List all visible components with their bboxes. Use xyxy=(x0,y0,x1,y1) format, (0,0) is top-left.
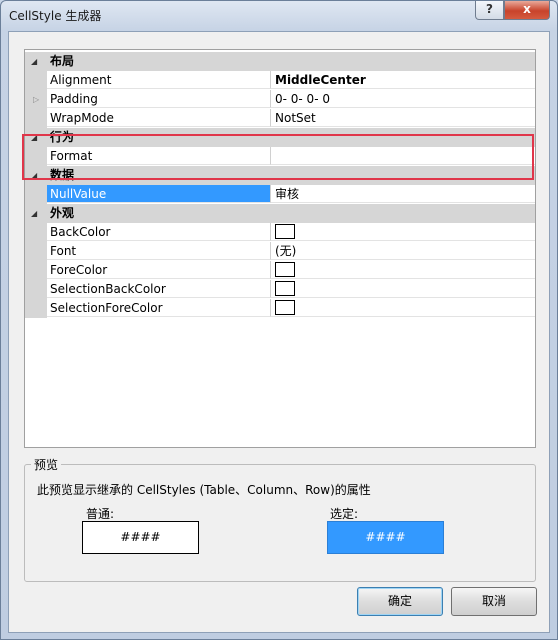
property-grid[interactable]: ◢ 布局 Alignment MiddleCenter ▷ Padding 0-… xyxy=(24,49,536,448)
property-name[interactable]: SelectionBackColor xyxy=(47,280,271,298)
close-button[interactable]: x xyxy=(504,1,550,20)
preview-description: 此预览显示继承的 CellStyles (Table、Column、Row)的属… xyxy=(37,483,371,497)
property-name[interactable]: SelectionForeColor xyxy=(47,299,271,317)
row-gutter xyxy=(25,299,47,318)
category-label: 布局 xyxy=(50,54,75,68)
row-gutter xyxy=(25,71,47,90)
window-title: CellStyle 生成器 xyxy=(9,9,102,23)
property-row-backcolor[interactable]: BackColor xyxy=(25,223,535,242)
category-layout[interactable]: ◢ 布局 xyxy=(25,52,535,71)
help-button[interactable]: ? xyxy=(475,1,504,20)
row-gutter xyxy=(25,109,47,128)
row-gutter xyxy=(25,223,47,242)
property-name[interactable]: Padding xyxy=(47,90,271,108)
property-row-selectionforecolor[interactable]: SelectionForeColor xyxy=(25,299,535,318)
property-value[interactable]: 审核 xyxy=(271,185,535,203)
color-swatch xyxy=(275,224,295,239)
selected-label: 选定: xyxy=(330,507,359,521)
normal-label: 普通: xyxy=(86,507,115,521)
property-name[interactable]: WrapMode xyxy=(47,109,271,127)
cancel-button[interactable]: 取消 xyxy=(451,587,537,616)
property-name[interactable]: BackColor xyxy=(47,223,271,241)
collapse-triangle-icon[interactable]: ◢ xyxy=(31,52,41,71)
color-swatch xyxy=(275,281,295,296)
property-row-forecolor[interactable]: ForeColor xyxy=(25,261,535,280)
property-value[interactable]: (无) xyxy=(271,242,535,260)
property-name[interactable]: Font xyxy=(47,242,271,260)
property-row-selectionbackcolor[interactable]: SelectionBackColor xyxy=(25,280,535,299)
property-value[interactable]: MiddleCenter xyxy=(271,71,535,89)
property-value[interactable] xyxy=(271,223,535,241)
property-value[interactable]: NotSet xyxy=(271,109,535,127)
property-name[interactable]: ForeColor xyxy=(47,261,271,279)
cellstyle-builder-dialog: CellStyle 生成器 ? x ◢ 布局 Alignment MiddleC… xyxy=(0,0,558,640)
property-value[interactable] xyxy=(271,299,535,317)
selected-preview-cell: #### xyxy=(327,521,444,554)
preview-legend: 预览 xyxy=(31,456,62,473)
property-name[interactable]: NullValue xyxy=(47,185,271,203)
row-gutter xyxy=(25,261,47,280)
collapse-triangle-icon[interactable]: ◢ xyxy=(31,204,41,223)
property-row-nullvalue[interactable]: NullValue 审核 xyxy=(25,185,535,204)
row-gutter xyxy=(25,280,47,299)
property-value[interactable]: 0- 0- 0- 0 xyxy=(271,90,535,108)
property-name[interactable]: Alignment xyxy=(47,71,271,89)
row-gutter xyxy=(25,242,47,261)
property-row-font[interactable]: Font (无) xyxy=(25,242,535,261)
property-row-padding[interactable]: ▷ Padding 0- 0- 0- 0 xyxy=(25,90,535,109)
color-swatch xyxy=(275,262,295,277)
category-appearance[interactable]: ◢ 外观 xyxy=(25,204,535,223)
property-value[interactable] xyxy=(271,280,535,298)
normal-preview-cell: #### xyxy=(82,521,199,554)
property-row-alignment[interactable]: Alignment MiddleCenter xyxy=(25,71,535,90)
ok-button[interactable]: 确定 xyxy=(357,587,443,616)
category-label: 外观 xyxy=(50,206,75,220)
color-swatch xyxy=(275,300,295,315)
dialog-client-area: ◢ 布局 Alignment MiddleCenter ▷ Padding 0-… xyxy=(8,31,550,633)
row-gutter xyxy=(25,185,47,204)
property-row-wrapmode[interactable]: WrapMode NotSet xyxy=(25,109,535,128)
expand-triangle-icon[interactable]: ▷ xyxy=(33,90,39,109)
annotation-highlight-box xyxy=(22,134,534,180)
property-value[interactable] xyxy=(271,261,535,279)
